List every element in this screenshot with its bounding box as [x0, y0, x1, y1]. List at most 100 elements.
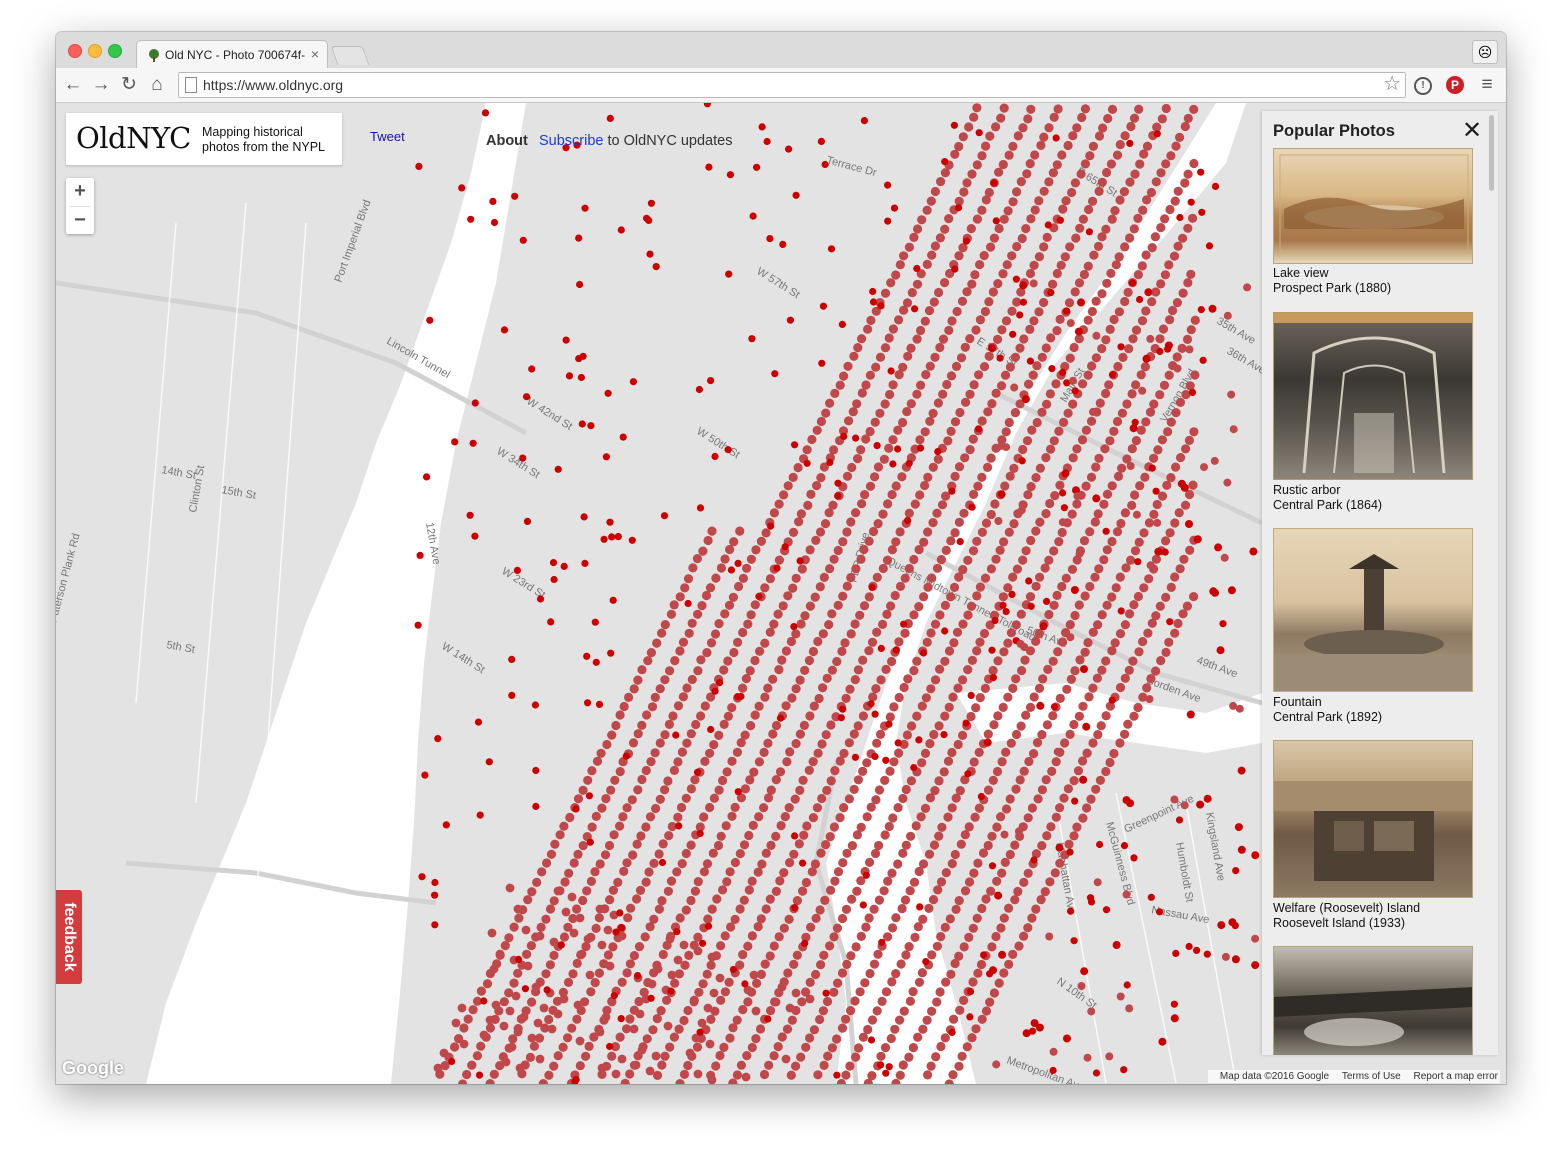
photo-marker[interactable]	[1005, 849, 1015, 860]
photo-marker[interactable]	[669, 1032, 680, 1042]
photo-marker[interactable]	[906, 399, 916, 409]
photo-marker[interactable]	[967, 691, 975, 700]
photo-thumbnail[interactable]	[1273, 528, 1473, 692]
photo-marker[interactable]	[890, 590, 900, 601]
photo-marker[interactable]	[886, 1033, 896, 1044]
photo-marker[interactable]	[681, 905, 691, 915]
photo-marker[interactable]	[519, 454, 527, 462]
photo-marker[interactable]	[847, 841, 858, 851]
photo-marker[interactable]	[1045, 877, 1055, 887]
photo-marker[interactable]	[855, 987, 865, 997]
photo-marker[interactable]	[1019, 877, 1029, 888]
photo-marker[interactable]	[476, 986, 486, 996]
photo-marker[interactable]	[964, 770, 972, 778]
photo-marker[interactable]	[1141, 306, 1151, 316]
photo-marker[interactable]	[781, 646, 792, 656]
photo-marker[interactable]	[1066, 674, 1076, 684]
photo-marker[interactable]	[934, 776, 944, 786]
photo-marker[interactable]	[791, 441, 799, 449]
photo-marker[interactable]	[867, 637, 878, 647]
photo-marker[interactable]	[864, 913, 874, 923]
maximize-window-button[interactable]	[108, 44, 122, 58]
photo-marker[interactable]	[1091, 353, 1101, 363]
photo-marker[interactable]	[1035, 517, 1045, 527]
photo-marker[interactable]	[1028, 370, 1038, 380]
photo-marker[interactable]	[1071, 233, 1081, 243]
photo-marker[interactable]	[911, 821, 921, 831]
photo-marker[interactable]	[983, 738, 992, 747]
photo-marker[interactable]	[900, 620, 908, 628]
photo-marker[interactable]	[837, 968, 848, 978]
photo-marker[interactable]	[1023, 114, 1033, 124]
photo-marker[interactable]	[1068, 453, 1078, 463]
photo-marker[interactable]	[1161, 647, 1171, 658]
photo-marker[interactable]	[1251, 851, 1260, 860]
photo-marker[interactable]	[693, 877, 703, 887]
photo-marker[interactable]	[1112, 150, 1123, 160]
photo-marker[interactable]	[1083, 315, 1093, 325]
photo-marker[interactable]	[1011, 729, 1022, 740]
photo-marker[interactable]	[929, 729, 939, 740]
photo-marker[interactable]	[541, 969, 551, 979]
photo-marker[interactable]	[1025, 159, 1035, 169]
photo-marker[interactable]	[815, 582, 825, 592]
photo-marker[interactable]	[597, 1063, 607, 1073]
photo-marker[interactable]	[966, 1013, 974, 1021]
photo-marker[interactable]	[882, 609, 892, 619]
photo-marker[interactable]	[994, 891, 1003, 900]
photo-marker[interactable]	[817, 739, 827, 749]
photo-marker[interactable]	[1193, 946, 1201, 955]
photo-marker[interactable]	[921, 693, 932, 703]
photo-marker[interactable]	[1017, 233, 1027, 244]
photo-marker[interactable]	[902, 407, 912, 417]
tweet-link[interactable]: Tweet	[370, 129, 405, 144]
photo-marker[interactable]	[755, 592, 763, 600]
photo-marker[interactable]	[885, 712, 895, 722]
photo-marker[interactable]	[797, 564, 807, 574]
photo-marker[interactable]	[973, 968, 983, 978]
photo-marker[interactable]	[977, 205, 987, 215]
photo-marker[interactable]	[1063, 408, 1073, 418]
photo-marker[interactable]	[710, 629, 721, 639]
photo-marker[interactable]	[941, 977, 951, 987]
photo-marker[interactable]	[999, 647, 1009, 657]
photo-marker[interactable]	[906, 776, 917, 786]
photo-marker[interactable]	[1115, 572, 1125, 582]
photo-marker[interactable]	[947, 316, 957, 326]
photo-marker[interactable]	[1012, 187, 1022, 197]
photo-marker[interactable]	[663, 776, 673, 786]
photo-marker[interactable]	[673, 701, 684, 711]
photo-marker[interactable]	[949, 638, 959, 648]
photo-marker[interactable]	[705, 802, 715, 813]
photo-marker[interactable]	[942, 379, 952, 390]
photo-marker[interactable]	[586, 987, 596, 997]
photo-marker[interactable]	[1037, 352, 1047, 362]
photo-marker[interactable]	[675, 822, 683, 830]
photo-marker[interactable]	[722, 877, 732, 887]
photo-marker[interactable]	[711, 687, 719, 695]
photo-marker[interactable]	[1160, 270, 1170, 280]
photo-marker[interactable]	[1000, 857, 1010, 868]
photo-marker[interactable]	[980, 306, 991, 317]
photo-marker[interactable]	[1017, 506, 1026, 515]
photo-marker[interactable]	[1101, 766, 1111, 777]
photo-marker[interactable]	[882, 1069, 890, 1077]
photo-marker[interactable]	[542, 858, 552, 868]
photo-marker[interactable]	[812, 803, 823, 813]
photo-marker[interactable]	[562, 336, 570, 344]
photo-marker[interactable]	[1029, 279, 1038, 288]
photo-marker[interactable]	[739, 840, 750, 850]
photo-marker[interactable]	[629, 684, 639, 694]
photo-marker[interactable]	[684, 599, 692, 608]
photo-marker[interactable]	[869, 287, 877, 296]
photo-marker[interactable]	[908, 987, 918, 997]
photo-marker[interactable]	[634, 942, 645, 952]
photo-marker[interactable]	[1109, 314, 1119, 325]
photo-marker[interactable]	[773, 1042, 783, 1052]
photo-marker[interactable]	[1159, 380, 1170, 390]
photo-marker[interactable]	[972, 913, 982, 923]
photo-marker[interactable]	[930, 186, 941, 197]
photo-marker[interactable]	[738, 627, 748, 638]
photo-marker[interactable]	[990, 499, 1000, 509]
photo-marker[interactable]	[765, 627, 775, 637]
